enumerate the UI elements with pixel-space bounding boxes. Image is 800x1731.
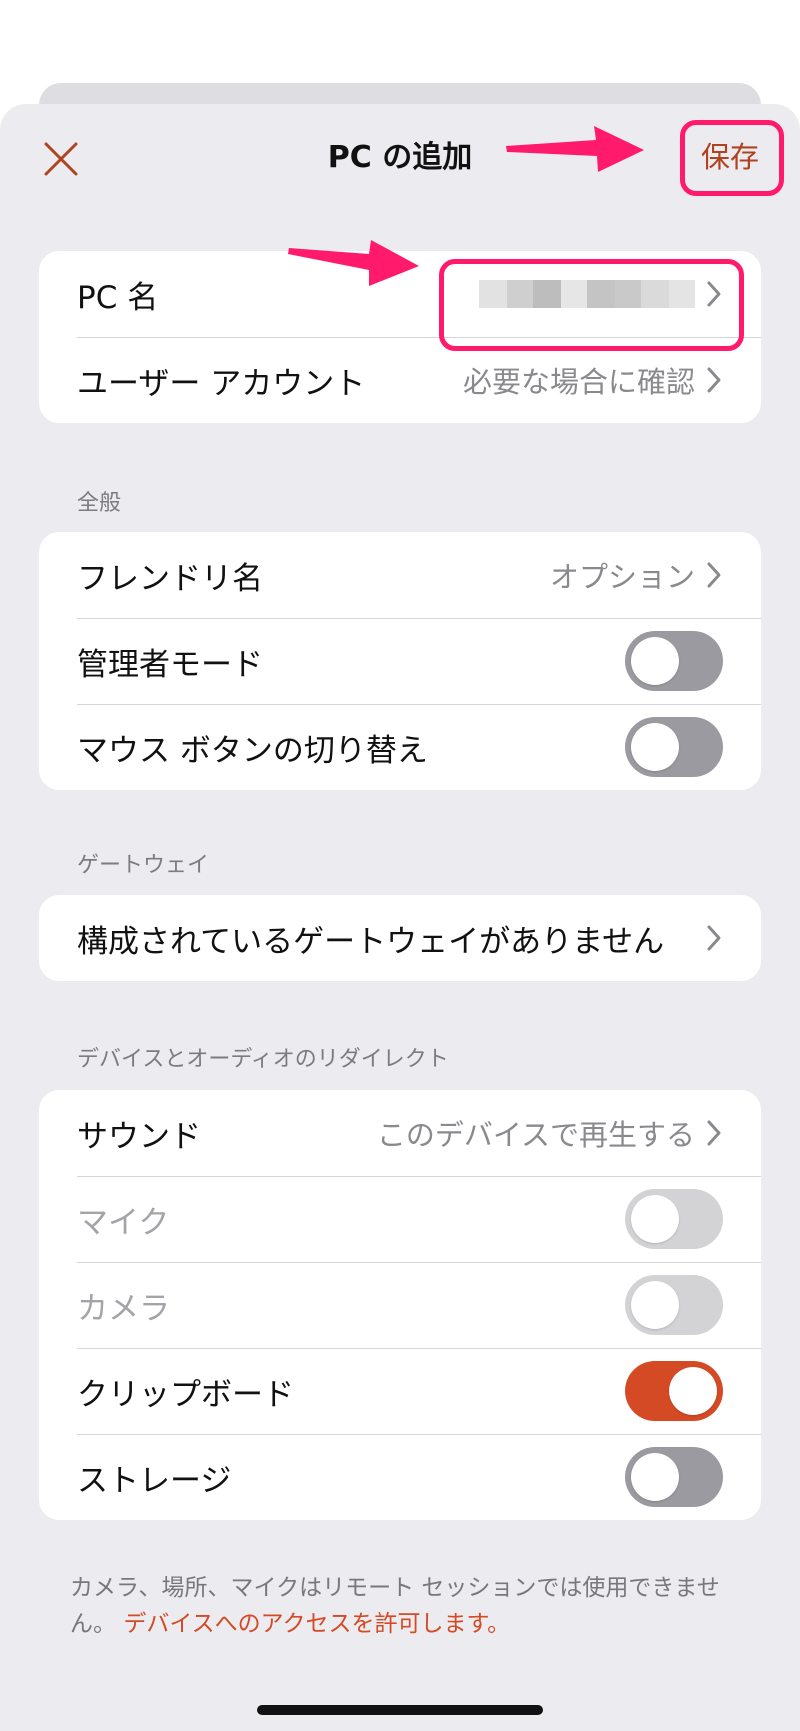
- chevron-right-icon: [705, 365, 723, 395]
- section-header-redirection: デバイスとオーディオのリダイレクト: [77, 1047, 449, 1072]
- gateway-none-label: 構成されているゲートウェイがありません: [77, 923, 665, 960]
- add-pc-screen: PC の追加 保存 PC 名 ユーザー アカウント 必要な場合に確認 全般 フレ…: [0, 0, 800, 1731]
- friendly-name-row[interactable]: フレンドリ名 オプション: [39, 532, 761, 618]
- pc-name-label: PC 名: [77, 279, 159, 316]
- chevron-right-icon: [705, 923, 723, 953]
- clipboard-label: クリップボード: [77, 1376, 294, 1413]
- mic-control: [625, 1189, 723, 1249]
- clipboard-control: [625, 1361, 723, 1421]
- friendly-name-label: フレンドリ名: [77, 560, 263, 597]
- toggle-knob: [631, 723, 679, 771]
- pc-name-value-redacted: [479, 280, 695, 308]
- friendly-name-value-area: オプション: [550, 554, 723, 596]
- admin-mode-toggle[interactable]: [625, 631, 723, 691]
- swap-mouse-control: [625, 717, 723, 777]
- toggle-knob: [669, 1367, 717, 1415]
- swap-mouse-label: マウス ボタンの切り替え: [77, 732, 428, 769]
- chevron-right-icon: [705, 1118, 723, 1148]
- home-indicator: [257, 1705, 543, 1715]
- toggle-knob: [631, 1453, 679, 1501]
- sound-label: サウンド: [77, 1118, 201, 1155]
- page-title: PC の追加: [327, 140, 473, 175]
- sound-value: このデバイスで再生する: [376, 1118, 695, 1152]
- camera-toggle: [625, 1275, 723, 1335]
- storage-label: ストレージ: [77, 1462, 232, 1499]
- footer-note: カメラ、場所、マイクはリモート セッションでは使用できません。 デバイスへのアク…: [70, 1570, 730, 1642]
- clipboard-toggle[interactable]: [625, 1361, 723, 1421]
- camera-row: カメラ: [39, 1262, 761, 1348]
- camera-control: [625, 1275, 723, 1335]
- clipboard-row: クリップボード: [39, 1348, 761, 1434]
- toggle-knob: [631, 1281, 679, 1329]
- user-account-label: ユーザー アカウント: [77, 365, 366, 402]
- gateway-value-area: [705, 923, 723, 953]
- section-header-general: 全般: [77, 491, 122, 516]
- admin-mode-control: [625, 631, 723, 691]
- storage-row: ストレージ: [39, 1434, 761, 1520]
- storage-control: [625, 1447, 723, 1507]
- user-account-value: 必要な場合に確認: [462, 365, 695, 399]
- user-account-row[interactable]: ユーザー アカウント 必要な場合に確認: [39, 337, 761, 423]
- toggle-knob: [631, 637, 679, 685]
- friendly-name-value: オプション: [549, 560, 695, 594]
- gateway-group: 構成されているゲートウェイがありません: [39, 895, 761, 981]
- mic-row: マイク: [39, 1176, 761, 1262]
- close-button[interactable]: [36, 134, 86, 184]
- swap-mouse-row: マウス ボタンの切り替え: [39, 704, 761, 790]
- chevron-right-icon: [705, 279, 723, 309]
- allow-device-access-link[interactable]: デバイスへのアクセスを許可します。: [123, 1611, 510, 1637]
- connection-group: PC 名 ユーザー アカウント 必要な場合に確認: [39, 251, 761, 423]
- user-account-value-area: 必要な場合に確認: [463, 359, 723, 401]
- close-icon: [44, 142, 78, 176]
- mic-toggle: [625, 1189, 723, 1249]
- camera-label: カメラ: [77, 1290, 170, 1327]
- mic-label: マイク: [77, 1204, 170, 1241]
- sound-row[interactable]: サウンド このデバイスで再生する: [39, 1090, 761, 1176]
- toggle-knob: [631, 1195, 679, 1243]
- gateway-row[interactable]: 構成されているゲートウェイがありません: [39, 895, 761, 981]
- storage-toggle[interactable]: [625, 1447, 723, 1507]
- sound-value-area: このデバイスで再生する: [377, 1112, 723, 1154]
- admin-mode-label: 管理者モード: [77, 646, 263, 683]
- chevron-right-icon: [705, 560, 723, 590]
- pc-name-row[interactable]: PC 名: [39, 251, 761, 337]
- section-header-gateway: ゲートウェイ: [77, 853, 210, 878]
- admin-mode-row: 管理者モード: [39, 618, 761, 704]
- general-group: フレンドリ名 オプション 管理者モード マウス ボタンの切り替え: [39, 532, 761, 790]
- pc-name-value-area: [479, 279, 723, 309]
- save-button[interactable]: 保存: [680, 135, 780, 179]
- swap-mouse-toggle[interactable]: [625, 717, 723, 777]
- redirection-group: サウンド このデバイスで再生する マイク カメラ クリップボード ストレージ: [39, 1090, 761, 1520]
